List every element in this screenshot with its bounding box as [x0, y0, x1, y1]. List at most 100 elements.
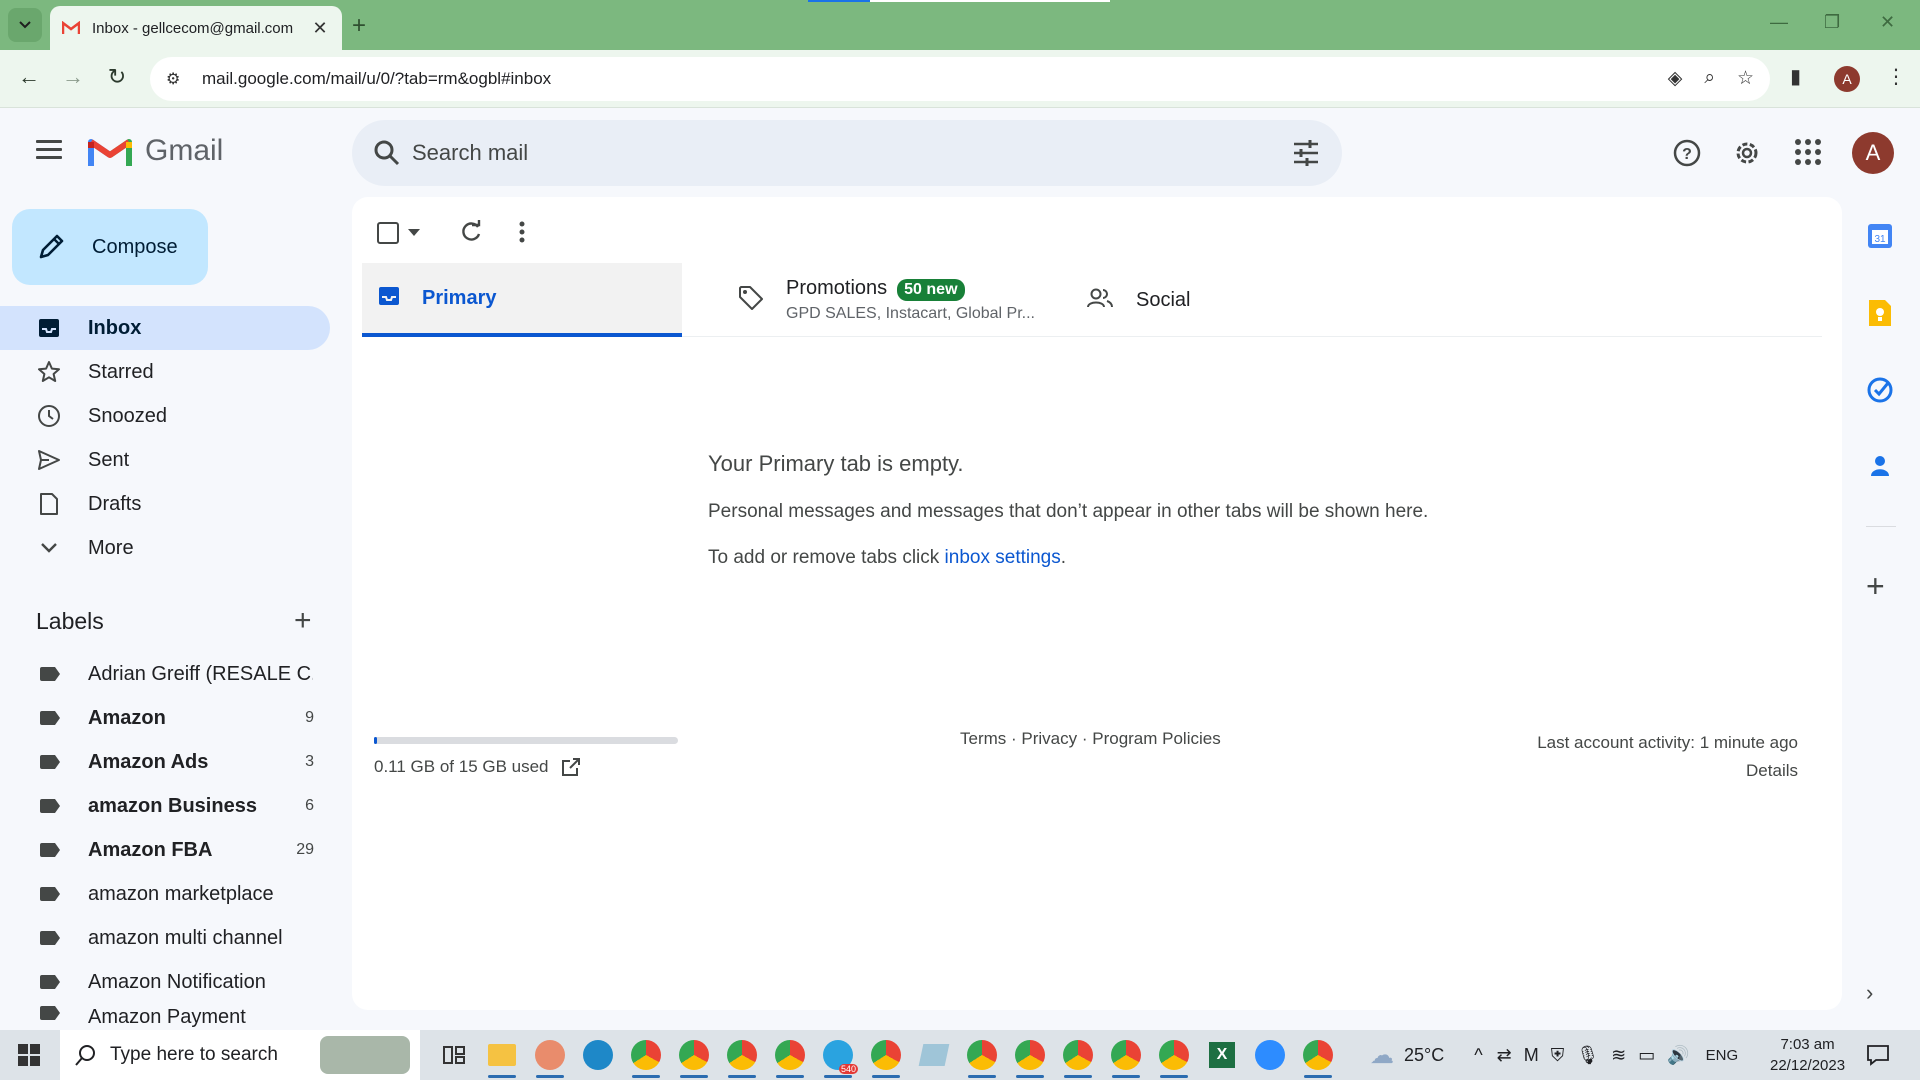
site-info-icon[interactable]: ⚙: [166, 69, 190, 89]
label-item[interactable]: amazon marketplace: [0, 872, 330, 916]
microphone-icon[interactable]: 🎙: [1576, 1045, 1599, 1066]
label-item[interactable]: amazon Business 6: [0, 784, 330, 828]
telegram-icon[interactable]: 540: [814, 1030, 862, 1080]
label-item[interactable]: Amazon FBA 29: [0, 828, 330, 872]
search-icon[interactable]: [372, 138, 402, 168]
back-icon[interactable]: ←: [14, 64, 44, 90]
sidebar-item-inbox[interactable]: Inbox: [0, 306, 330, 350]
gmail-tray-icon[interactable]: M: [1524, 1045, 1539, 1066]
details-link[interactable]: Details: [1537, 757, 1798, 785]
security-icon[interactable]: ⛨: [1551, 1045, 1565, 1066]
privacy-link[interactable]: Privacy: [1021, 729, 1077, 748]
task-view-icon[interactable]: [430, 1030, 478, 1080]
chrome-profile-d4-icon[interactable]: [1054, 1030, 1102, 1080]
zoom-icon[interactable]: ⌕: [1704, 67, 1715, 90]
help-icon[interactable]: ?: [1672, 138, 1702, 168]
tab-primary[interactable]: Primary: [362, 263, 682, 337]
browser-menu-icon[interactable]: ⋮: [1886, 64, 1906, 89]
show-side-panel-icon[interactable]: ›: [1866, 980, 1873, 1006]
open-external-icon[interactable]: [561, 757, 581, 777]
storage-info: 0.11 GB of 15 GB used: [374, 757, 581, 777]
edge-icon[interactable]: [574, 1030, 622, 1080]
bookmark-star-icon[interactable]: ☆: [1737, 67, 1754, 90]
window-close-icon[interactable]: ✕: [1880, 12, 1895, 33]
sidebar-item-snoozed[interactable]: Snoozed: [0, 394, 330, 438]
notifications-icon[interactable]: [1866, 1044, 1890, 1066]
main-menu-icon[interactable]: [36, 140, 62, 164]
refresh-icon[interactable]: [458, 219, 484, 245]
select-checkbox[interactable]: [376, 221, 400, 245]
forward-icon[interactable]: →: [58, 64, 88, 90]
terms-link[interactable]: Terms: [960, 729, 1006, 748]
search-options-icon[interactable]: [1292, 140, 1320, 166]
language-indicator[interactable]: ENG: [1706, 1047, 1739, 1064]
new-tab-button[interactable]: +: [352, 12, 366, 40]
sidebar-item-drafts[interactable]: Drafts: [0, 482, 330, 526]
chrome-profile-b-icon[interactable]: [958, 1030, 1006, 1080]
restore-icon[interactable]: ❐: [1824, 12, 1840, 33]
paint-icon[interactable]: [526, 1030, 574, 1080]
show-hidden-icons-icon[interactable]: ^: [1474, 1045, 1482, 1066]
inbox-settings-link[interactable]: inbox settings: [945, 547, 1061, 568]
tab-search-button[interactable]: [8, 8, 42, 42]
tasks-icon[interactable]: [1866, 376, 1894, 404]
contacts-icon[interactable]: [1866, 452, 1894, 480]
minimize-icon[interactable]: —: [1770, 12, 1788, 33]
close-tab-icon[interactable]: ✕: [310, 18, 330, 39]
chrome-profile-d-icon[interactable]: [622, 1030, 670, 1080]
google-apps-icon[interactable]: [1794, 138, 1822, 166]
taskbar-clock[interactable]: 7:03 am 22/12/2023: [1770, 1034, 1845, 1076]
search-input[interactable]: [412, 134, 1232, 172]
extension-icon[interactable]: ◈: [1668, 67, 1683, 90]
weather-temp[interactable]: 25°C: [1404, 1045, 1444, 1066]
keep-icon[interactable]: [1866, 298, 1894, 328]
notes-icon[interactable]: [910, 1030, 958, 1080]
reload-icon[interactable]: ↻: [102, 64, 132, 90]
label-item[interactable]: Amazon Payment: [0, 1004, 330, 1030]
label-item[interactable]: Amazon Ads 3: [0, 740, 330, 784]
settings-gear-icon[interactable]: [1732, 138, 1762, 168]
chrome-icon[interactable]: [1294, 1030, 1342, 1080]
sidebar-item-sent[interactable]: Sent: [0, 438, 330, 482]
volume-icon[interactable]: 🔊: [1667, 1045, 1689, 1066]
chrome-profile-e-icon[interactable]: [1102, 1030, 1150, 1080]
add-label-icon[interactable]: +: [294, 606, 312, 636]
compose-button[interactable]: Compose: [12, 209, 208, 285]
url-text[interactable]: mail.google.com/mail/u/0/?tab=rm&ogbl#in…: [202, 69, 551, 89]
program-policies-link[interactable]: Program Policies: [1092, 729, 1221, 748]
calendar-icon[interactable]: 31: [1866, 222, 1894, 250]
account-avatar[interactable]: A: [1852, 132, 1894, 174]
sidebar-item-more[interactable]: More: [0, 526, 330, 570]
more-options-icon[interactable]: [518, 219, 526, 245]
get-addons-icon[interactable]: +: [1866, 570, 1885, 602]
label-item[interactable]: Amazon Notification: [0, 960, 330, 1004]
excel-icon[interactable]: X: [1198, 1030, 1246, 1080]
wifi-icon[interactable]: ≋: [1611, 1045, 1626, 1066]
cloud-weather-icon[interactable]: ☁: [1370, 1041, 1394, 1070]
taskbar-search-box[interactable]: Type here to search: [60, 1030, 420, 1080]
sync-icon[interactable]: ⇄: [1497, 1045, 1512, 1066]
browser-tab-gmail[interactable]: Inbox - gellcecom@gmail.com ✕: [50, 6, 342, 50]
people-icon: [1086, 287, 1114, 314]
chrome-profile-m-icon[interactable]: [862, 1030, 910, 1080]
windows-start-icon[interactable]: [18, 1044, 40, 1066]
battery-icon[interactable]: ▭: [1638, 1045, 1655, 1066]
browser-profile-avatar[interactable]: A: [1834, 66, 1860, 92]
select-dropdown-icon[interactable]: [408, 229, 420, 237]
chrome-profile-d2-icon[interactable]: [718, 1030, 766, 1080]
label-item[interactable]: Adrian Greiff (RESALE C...: [0, 652, 330, 696]
chrome-profile-d3-icon[interactable]: [766, 1030, 814, 1080]
chrome-profile-f-icon[interactable]: [1150, 1030, 1198, 1080]
chrome-profile-c-icon[interactable]: [1006, 1030, 1054, 1080]
side-panel-icon[interactable]: ▮: [1790, 64, 1801, 89]
tab-social[interactable]: Social: [1070, 263, 1370, 337]
zoom-app-icon[interactable]: [1246, 1030, 1294, 1080]
file-explorer-icon[interactable]: [478, 1030, 526, 1080]
tab-promotions[interactable]: Promotions 50 new GPD SALES, Instacart, G…: [722, 263, 1062, 337]
label-item[interactable]: amazon multi channel: [0, 916, 330, 960]
label-item[interactable]: Amazon 9: [0, 696, 330, 740]
label-count: 6: [305, 797, 314, 814]
address-bar[interactable]: ⚙ mail.google.com/mail/u/0/?tab=rm&ogbl#…: [150, 57, 1770, 101]
chrome-profile-a-icon[interactable]: [670, 1030, 718, 1080]
sidebar-item-starred[interactable]: Starred: [0, 350, 330, 394]
